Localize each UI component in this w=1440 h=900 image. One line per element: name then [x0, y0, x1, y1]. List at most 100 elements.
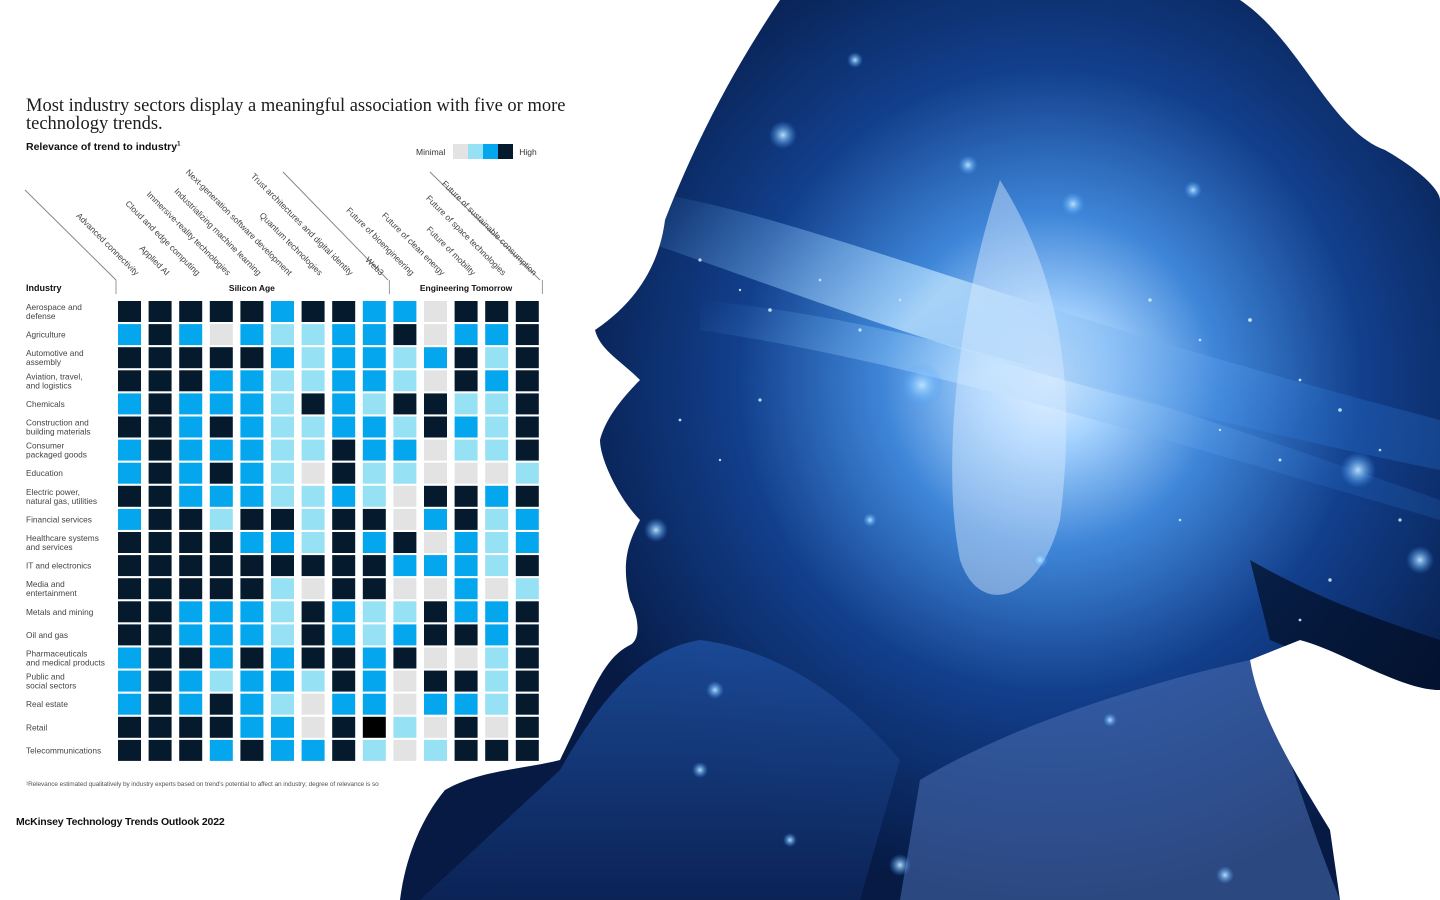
heatmap-cell: [118, 670, 141, 692]
heatmap-cell: [271, 370, 294, 392]
row-label: Retail: [26, 722, 47, 732]
heatmap-cell: [301, 532, 325, 553]
heatmap-cell: [485, 624, 509, 646]
heatmap-cell: [362, 716, 386, 738]
heatmap-cell: [393, 578, 417, 600]
heatmap-cell: [118, 301, 141, 322]
heatmap-cell: [362, 301, 386, 322]
heatmap-cell: [240, 693, 264, 715]
heatmap-cell: [454, 601, 478, 623]
heatmap-cell: [240, 485, 264, 507]
row-label-line: and logistics: [26, 380, 72, 390]
heatmap-cell: [301, 601, 325, 623]
heatmap-cell: [332, 416, 356, 438]
heatmap-cell: [148, 485, 172, 507]
heatmap-chart: Industry Silicon Age Engineering Tomorrow A…: [24, 167, 543, 761]
heatmap-cell: [301, 416, 325, 438]
heatmap-cell: [485, 301, 509, 322]
heatmap-cell: [148, 739, 172, 761]
heatmap-cell: [301, 324, 325, 346]
heatmap-cell: [271, 555, 294, 577]
heatmap-cell: [301, 739, 325, 761]
heatmap-cell: [118, 462, 141, 484]
heatmap-cell: [118, 485, 141, 507]
heatmap-cell: [485, 439, 509, 461]
heatmap-cell: [271, 416, 294, 438]
heatmap-cell: [424, 739, 447, 761]
row-label: IT and electronics: [26, 561, 91, 571]
heatmap-cell: [485, 647, 509, 669]
heatmap-cell: [454, 370, 478, 392]
heatmap-cell: [209, 347, 233, 369]
heatmap-cell: [240, 532, 264, 553]
heatmap-cell: [515, 485, 539, 507]
heatmap-cell: [179, 347, 203, 369]
heatmap-cell: [454, 416, 478, 438]
heatmap-cell: [209, 739, 233, 761]
chart-panel: Most industry sectors display a meaningf…: [0, 0, 600, 900]
heatmap-cell: [148, 624, 172, 646]
row-label-line: Chemicals: [26, 399, 65, 409]
heatmap-cell: [240, 624, 264, 646]
heatmap-cell: [118, 393, 141, 415]
row-label: Media and entertainment: [26, 579, 77, 598]
heatmap-cell: [301, 624, 325, 646]
heatmap-cell: [148, 555, 172, 577]
heatmap-cell: [148, 532, 172, 553]
heatmap-cell: [454, 301, 478, 322]
heatmap-cell: [301, 693, 325, 715]
heatmap-cell: [179, 624, 203, 646]
heatmap-cell: [240, 555, 264, 577]
heatmap-cell: [485, 670, 509, 692]
heatmap-cell: [454, 693, 478, 715]
heatmap-cell: [301, 439, 325, 461]
heatmap-cell: [454, 739, 478, 761]
heatmap-cell: [179, 439, 203, 461]
heatmap-cell: [179, 393, 203, 415]
group-header-label: Engineering Tomorrow: [420, 283, 513, 293]
heatmap-cell: [240, 670, 264, 692]
row-label: Consumer packaged goods: [26, 441, 87, 460]
heatmap-cell: [515, 647, 539, 669]
heatmap-cell: [179, 670, 203, 692]
heatmap-cell: [485, 601, 509, 623]
row-label: Education: [26, 468, 63, 478]
heatmap-cell: [515, 301, 539, 322]
heatmap-cell: [179, 370, 203, 392]
heatmap-cell: [209, 601, 233, 623]
heatmap-cell: [209, 324, 233, 346]
footnote: ¹Relevance estimated qualitatively by in…: [26, 781, 379, 788]
heatmap-cell: [393, 555, 417, 577]
heatmap-cell: [424, 462, 447, 484]
heatmap-cell: [424, 716, 447, 738]
heatmap-cell: [240, 416, 264, 438]
heatmap-cell: [424, 670, 447, 692]
heatmap-cell: [485, 555, 509, 577]
heatmap-cell: [332, 647, 356, 669]
heatmap-cell: [515, 416, 539, 438]
heatmap-cell: [362, 462, 386, 484]
heatmap-cell: [209, 370, 233, 392]
heatmap-cell: [424, 601, 447, 623]
heatmap-cell: [393, 624, 417, 646]
heatmap-cell: [393, 462, 417, 484]
heatmap-cell: [271, 624, 294, 646]
row-label: Healthcare systems and services: [26, 533, 99, 552]
heatmap-cell: [209, 301, 233, 322]
heatmap-cell: [118, 739, 141, 761]
heatmap-cell: [393, 301, 417, 322]
heatmap-cell: [362, 647, 386, 669]
row-label-line: Metals and mining: [26, 607, 94, 617]
heatmap-cell: [454, 508, 478, 530]
heatmap-cell: [332, 624, 356, 646]
heatmap-cell: [485, 716, 509, 738]
heatmap-cell: [454, 324, 478, 346]
heatmap-cell: [515, 693, 539, 715]
heatmap-cell: [148, 416, 172, 438]
heatmap-cell: [515, 716, 539, 738]
heatmap-cell: [362, 555, 386, 577]
heatmap-cell: [209, 416, 233, 438]
heatmap-cell: [424, 393, 447, 415]
heatmap-cell: [485, 370, 509, 392]
heatmap-cell: [332, 739, 356, 761]
